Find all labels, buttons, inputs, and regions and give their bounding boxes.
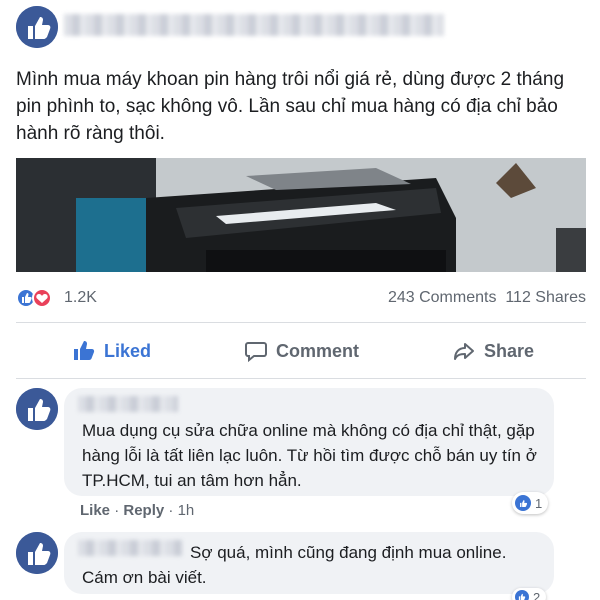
author-avatar[interactable] [16,6,58,48]
like-button[interactable]: Liked [72,336,151,366]
reaction-count[interactable]: 1.2K [64,289,97,307]
comment-meta: Like · Reply · 1h [80,502,194,519]
comment-reply-link[interactable]: Reply [123,502,164,519]
comment-like-link[interactable]: Like [80,502,110,519]
meta-separator: · [168,502,174,519]
thumbs-up-icon [16,388,58,430]
meta-separator: · [114,502,120,519]
shares-count[interactable]: 112 Shares [505,289,586,306]
thumbs-up-icon [16,532,58,574]
post-text: Mình mua máy khoan pin hàng trôi nổi giá… [16,69,565,144]
comments-count[interactable]: 243 Comments [388,289,497,306]
share-icon [454,343,474,360]
comment-text: Sợ quá, mình cũng đang định mua online. … [82,543,507,587]
share-button-label: Share [484,340,535,361]
comment-button[interactable]: Comment [244,336,359,366]
commenter-name-redacted [78,396,178,412]
thumbs-up-icon [16,6,58,48]
like-icon [515,495,531,511]
like-icon [515,590,529,600]
comment-reaction-badge[interactable]: 1 [512,492,549,514]
comment-icon [245,342,267,363]
thumbs-up-icon [74,341,95,360]
comment-reaction-badge[interactable]: 2 [512,588,547,600]
post-photo[interactable] [16,158,586,272]
commenter-avatar[interactable] [16,532,58,574]
like-button-label: Liked [104,340,152,361]
love-icon [32,288,52,308]
author-name-redacted [64,14,444,36]
divider-top [16,322,586,323]
comment-button-label: Comment [276,340,360,361]
reaction-summary[interactable]: 1.2K 243 Comments 112 Shares [16,287,586,309]
share-button[interactable]: Share [452,336,534,366]
comment-reaction-count: 1 [535,495,543,511]
comment-reaction-count: 2 [533,589,541,600]
comment-text: Mua dụng cụ sửa chữa online mà không có … [82,421,537,490]
comment-time[interactable]: 1h [178,502,195,519]
divider-bottom [16,378,586,379]
commenter-avatar[interactable] [16,388,58,430]
post-stats: 243 Comments 112 Shares [388,289,586,307]
battery-photo [16,158,586,272]
